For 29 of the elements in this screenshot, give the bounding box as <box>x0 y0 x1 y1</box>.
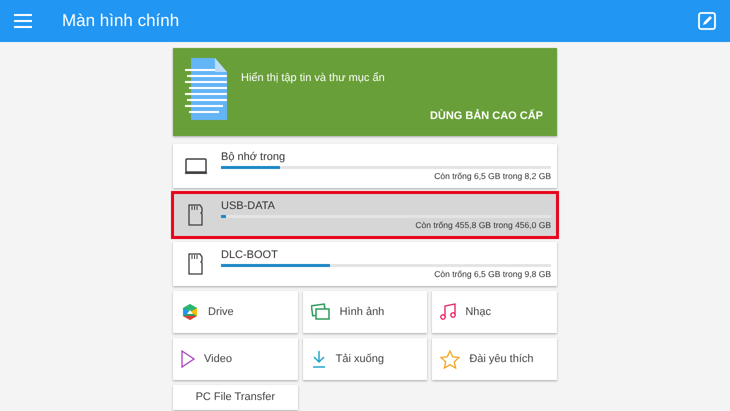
promo-text: Hiển thị tập tin và thư mục ẩn <box>241 72 385 86</box>
sd-card-icon <box>188 204 204 226</box>
storage-item[interactable]: Bộ nhớ trong Còn trống 6,5 GB trong 8,2 GB <box>173 144 557 188</box>
free-space-text: Còn trống 6,5 GB trong 8,2 GB <box>434 171 551 181</box>
storage-item[interactable]: DLC-BOOT Còn trống 6,5 GB trong 9,8 GB <box>173 242 557 286</box>
shortcut-tile[interactable]: Tải xuống <box>302 338 428 380</box>
storage-name: DLC-BOOT <box>221 249 279 261</box>
free-space-text: Còn trống 6,5 GB trong 9,8 GB <box>434 269 551 279</box>
download-icon <box>310 350 327 368</box>
screen-title: Màn hình chính <box>62 11 180 31</box>
shortcut-tile[interactable]: Nhạc <box>432 291 557 333</box>
shortcut-tile[interactable]: Drive <box>173 291 298 333</box>
shortcut-tile[interactable]: Video <box>173 338 298 380</box>
drive-icon <box>181 303 199 321</box>
storage-item[interactable]: USB-DATA Còn trống 455,8 GB trong 456,0 GB <box>173 193 557 237</box>
menu-icon[interactable] <box>14 14 32 28</box>
music-note-icon <box>440 303 456 321</box>
star-icon <box>440 350 460 368</box>
monitor-icon <box>185 157 207 175</box>
images-icon <box>310 303 331 321</box>
shortcut-tile[interactable]: Hình ảnh <box>302 291 428 333</box>
shortcut-tile[interactable]: Đài yêu thích <box>432 338 557 380</box>
sd-card-icon <box>188 253 204 275</box>
free-space-text: Còn trống 455,8 GB trong 456,0 GB <box>415 220 551 230</box>
play-icon <box>181 350 195 368</box>
shortcut-tile[interactable]: PC File Transfer <box>173 385 298 410</box>
storage-name: USB-DATA <box>221 200 276 212</box>
storage-name: Bộ nhớ trong <box>221 151 286 163</box>
edit-icon[interactable] <box>698 12 716 30</box>
